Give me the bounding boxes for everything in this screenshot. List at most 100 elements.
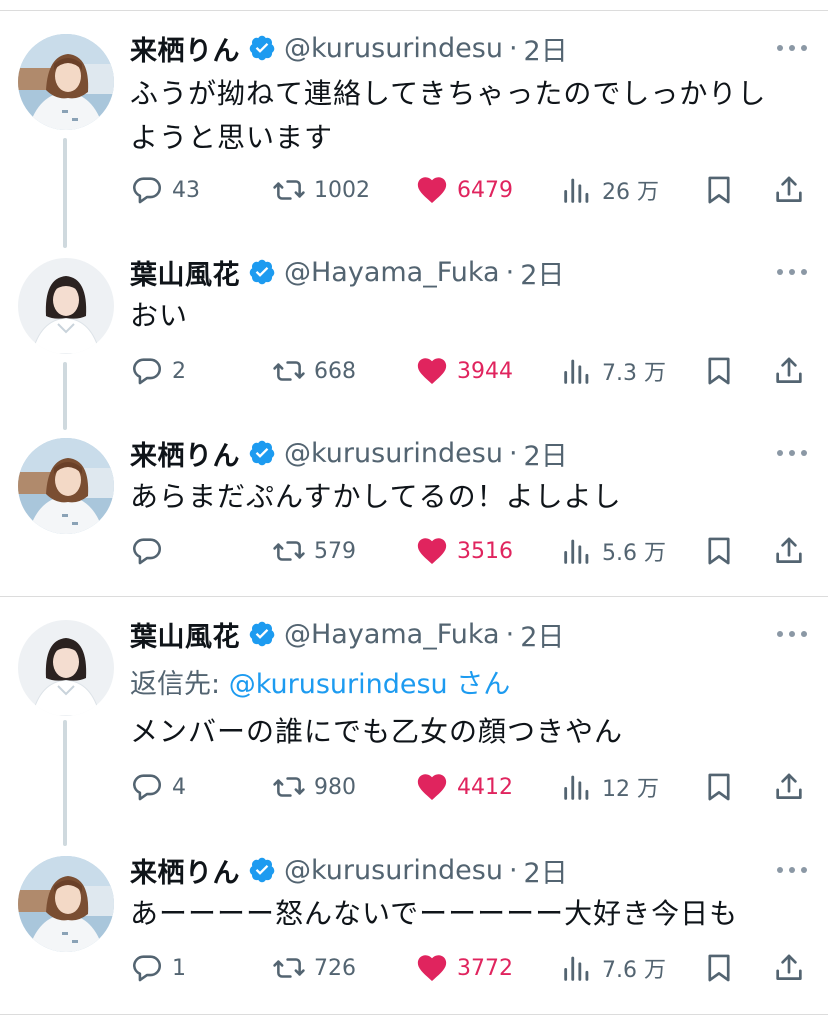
reply-icon	[130, 770, 164, 804]
bookmark-icon	[702, 173, 736, 207]
views-button[interactable]: 12 万	[560, 767, 659, 807]
view-count: 7.6 万	[602, 958, 666, 983]
heart-icon	[415, 534, 449, 568]
heart-icon	[415, 770, 449, 804]
tweet-text-line: ようと思います	[130, 121, 334, 154]
tweet-header: 葉山風花 @Hayama_Fuka · 2日	[130, 612, 564, 656]
heart-icon	[415, 354, 449, 388]
retweet-icon	[272, 770, 306, 804]
user-handle[interactable]: @kurusurindesu	[284, 33, 503, 64]
timestamp[interactable]: 2日	[524, 851, 568, 890]
retweet-button[interactable]: 579	[272, 531, 356, 571]
like-button[interactable]: 3772	[415, 948, 513, 988]
display-name[interactable]: 来栖りん	[130, 29, 240, 68]
more-options-icon[interactable]	[772, 860, 812, 880]
separator-dot: ·	[505, 256, 515, 288]
tweet-header: 葉山風花 @Hayama_Fuka · 2日	[130, 250, 564, 294]
reply-icon	[130, 951, 164, 985]
action-bar: 1 726 3772 7.6 万	[130, 948, 810, 988]
avatar[interactable]	[18, 438, 114, 534]
timestamp[interactable]: 2日	[520, 615, 564, 654]
avatar[interactable]	[18, 620, 114, 716]
display-name[interactable]: 葉山風花	[130, 615, 240, 654]
display-name[interactable]: 来栖りん	[130, 851, 240, 890]
share-button[interactable]	[772, 531, 806, 571]
thread-divider	[0, 596, 828, 597]
share-icon	[772, 354, 806, 388]
retweet-button[interactable]: 726	[272, 948, 356, 988]
reply-count: 1	[172, 955, 186, 981]
like-button[interactable]: 4412	[415, 767, 513, 807]
display-name[interactable]: 葉山風花	[130, 253, 240, 292]
verified-badge-icon	[248, 34, 276, 62]
retweet-icon	[272, 951, 306, 985]
more-options-icon[interactable]	[772, 38, 812, 58]
top-divider	[0, 10, 828, 11]
user-handle[interactable]: @kurusurindesu	[284, 438, 503, 469]
verified-badge-icon	[248, 856, 276, 884]
share-button[interactable]	[772, 767, 806, 807]
avatar[interactable]	[18, 34, 114, 130]
retweet-button[interactable]: 668	[272, 351, 356, 391]
like-count: 6479	[457, 177, 513, 203]
avatar[interactable]	[18, 856, 114, 952]
reply-button[interactable]	[130, 531, 172, 571]
separator-dot: ·	[508, 437, 518, 469]
reply-button[interactable]: 2	[130, 351, 186, 391]
tweet-text-line: メンバーの誰にでも乙女の顔つきやん	[130, 715, 624, 748]
reply-button[interactable]: 1	[130, 948, 186, 988]
retweet-button[interactable]: 1002	[272, 170, 370, 210]
bookmark-button[interactable]	[702, 948, 736, 988]
view-count: 26 万	[602, 180, 659, 205]
timestamp[interactable]: 2日	[524, 29, 568, 68]
timestamp[interactable]: 2日	[524, 434, 568, 473]
tweet-header: 来栖りん @kurusurindesu · 2日	[130, 848, 568, 892]
more-options-icon[interactable]	[772, 262, 812, 282]
retweet-icon	[272, 354, 306, 388]
views-button[interactable]: 26 万	[560, 170, 659, 210]
avatar[interactable]	[18, 258, 114, 354]
share-button[interactable]	[772, 351, 806, 391]
reply-button[interactable]: 43	[130, 170, 200, 210]
verified-badge-icon	[248, 258, 276, 286]
user-handle[interactable]: @kurusurindesu	[284, 855, 503, 886]
like-button[interactable]: 6479	[415, 170, 513, 210]
user-handle[interactable]: @Hayama_Fuka	[284, 257, 500, 288]
reply-button[interactable]: 4	[130, 767, 186, 807]
bookmark-button[interactable]	[702, 351, 736, 391]
separator-dot: ·	[508, 32, 518, 64]
bookmark-icon	[702, 951, 736, 985]
thread-line	[63, 138, 67, 248]
like-button[interactable]: 3944	[415, 351, 513, 391]
more-options-icon[interactable]	[772, 624, 812, 644]
retweet-button[interactable]: 980	[272, 767, 356, 807]
heart-icon	[415, 173, 449, 207]
bookmark-button[interactable]	[702, 170, 736, 210]
reply-count: 2	[172, 358, 186, 384]
display-name[interactable]: 来栖りん	[130, 434, 240, 473]
retweet-count: 668	[314, 358, 356, 384]
views-button[interactable]: 5.6 万	[560, 531, 666, 571]
more-options-icon[interactable]	[772, 443, 812, 463]
like-button[interactable]: 3516	[415, 531, 513, 571]
bookmark-button[interactable]	[702, 767, 736, 807]
timestamp[interactable]: 2日	[520, 253, 564, 292]
views-button[interactable]: 7.3 万	[560, 351, 666, 391]
bookmark-button[interactable]	[702, 531, 736, 571]
reply-to-mention-link[interactable]: @kurusurindesu さん	[229, 669, 511, 700]
thread-line	[63, 362, 67, 430]
retweet-count: 1002	[314, 177, 370, 203]
separator-dot: ·	[505, 618, 515, 650]
tweet-header: 来栖りん @kurusurindesu · 2日	[130, 26, 568, 70]
share-button[interactable]	[772, 948, 806, 988]
reply-count: 43	[172, 177, 200, 203]
views-button[interactable]: 7.6 万	[560, 948, 666, 988]
user-handle[interactable]: @Hayama_Fuka	[284, 619, 500, 650]
view-count: 12 万	[602, 777, 659, 802]
like-count: 3772	[457, 955, 513, 981]
tweet-text: あらまだぷんすかしてるの！よしよし	[130, 475, 800, 519]
share-icon	[772, 173, 806, 207]
share-button[interactable]	[772, 170, 806, 210]
action-bar: 579 3516 5.6 万	[130, 531, 810, 571]
retweet-count: 579	[314, 538, 356, 564]
